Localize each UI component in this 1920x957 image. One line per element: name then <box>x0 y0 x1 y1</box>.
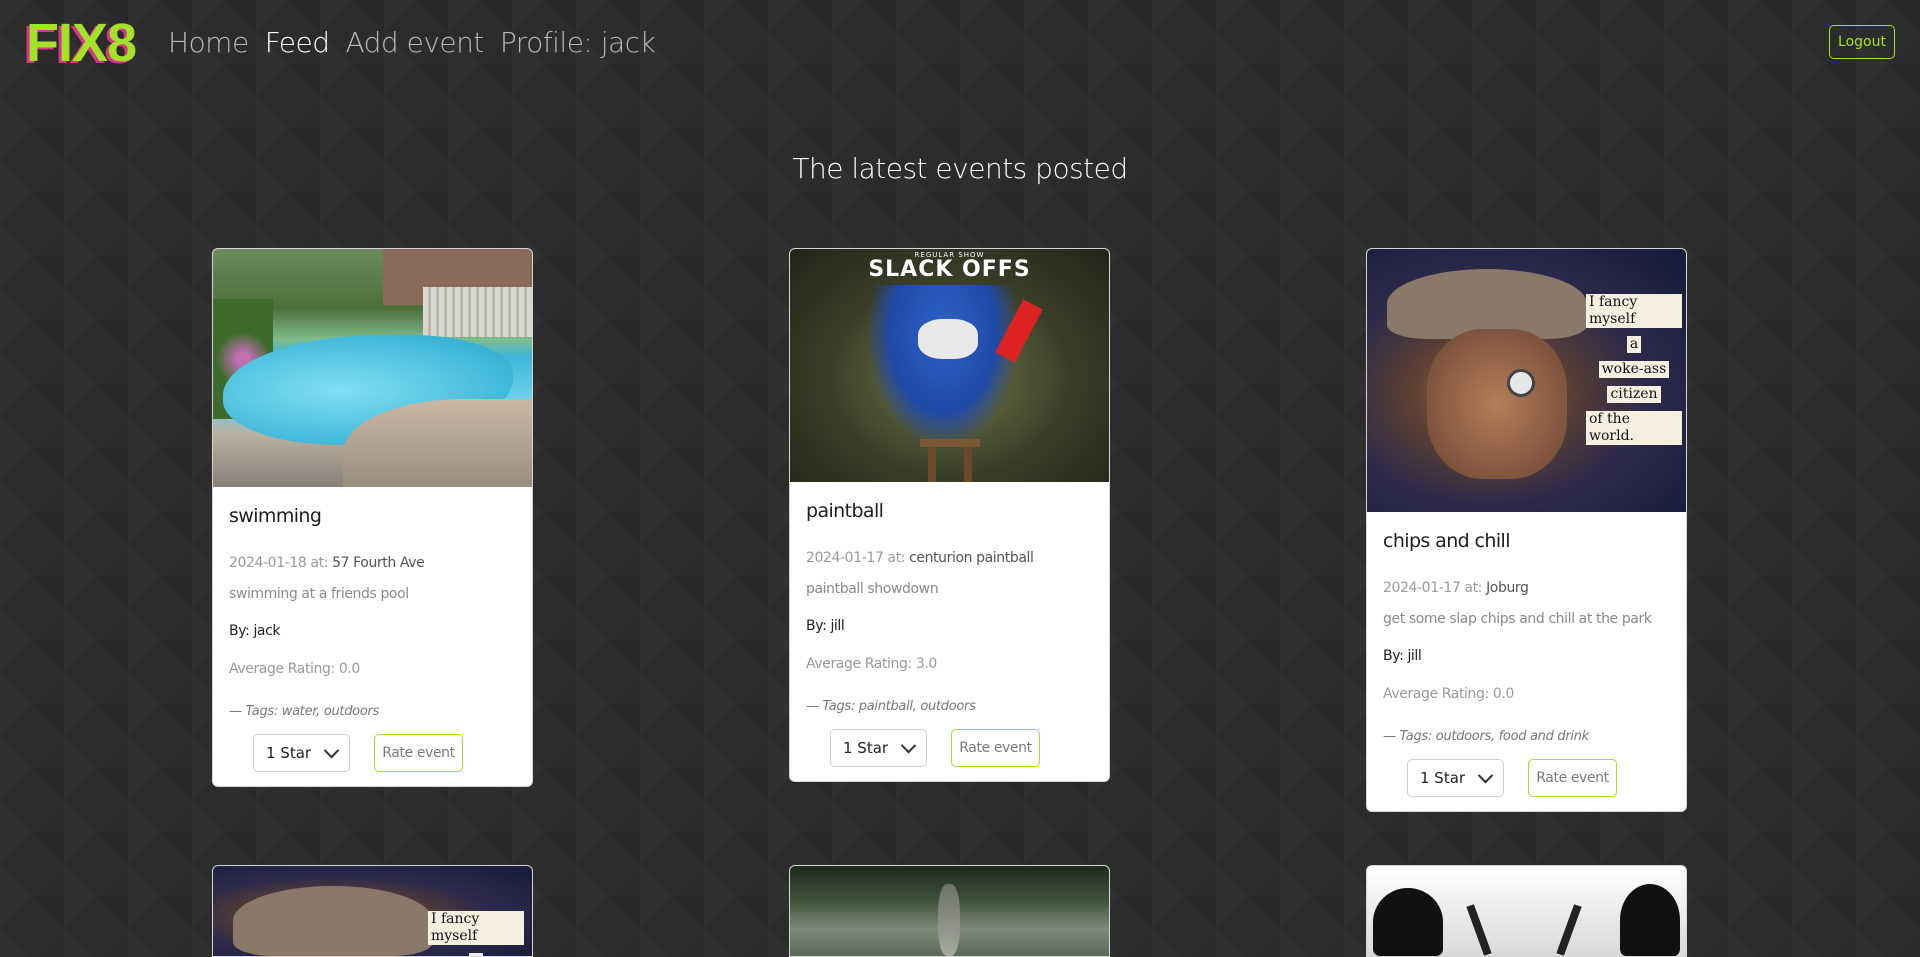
event-average-rating: Average Rating: 3.0 <box>806 656 937 672</box>
smoke-shape <box>938 884 960 956</box>
event-date: 2024-01-18 at: <box>229 555 328 571</box>
event-image <box>213 249 532 487</box>
monocle-shape <box>1507 369 1535 397</box>
hat-shape <box>233 886 433 956</box>
event-date: 2024-01-17 at: <box>806 550 905 566</box>
event-location: centurion paintball <box>909 550 1034 566</box>
nav-link-profile[interactable]: Profile: jack <box>500 22 656 64</box>
event-image: I fancy myself a <box>213 866 532 956</box>
rate-event-button[interactable]: Rate event <box>951 729 1040 767</box>
bottle-shape <box>1556 904 1582 956</box>
event-tags: — Tags: water, outdoors <box>229 704 379 719</box>
image-captions: I fancy myself a <box>428 911 524 956</box>
event-meta: 2024-01-18 at: 57 Fourth Ave <box>229 555 516 571</box>
event-image: I fancy myself a woke-ass citizen of the… <box>1367 249 1686 512</box>
image-caption-line: I fancy myself <box>1586 294 1682 328</box>
event-meta: 2024-01-17 at: centurion paintball <box>806 550 1093 566</box>
bottle-shape <box>1466 904 1492 956</box>
event-card-swimming: swimming 2024-01-18 at: 57 Fourth Ave sw… <box>212 248 533 787</box>
event-description: paintball showdown <box>806 581 939 597</box>
event-card-partial <box>789 865 1110 957</box>
image-title: SLACK OFFS <box>868 257 1031 282</box>
fence-shape <box>423 287 532 337</box>
nav-link-home[interactable]: Home <box>168 22 249 64</box>
image-caption-line: citizen <box>1607 386 1661 403</box>
rating-actions: 1 Star Rate event <box>1383 759 1670 797</box>
star-rating-select[interactable]: 1 Star <box>253 734 350 772</box>
image-captions: I fancy myself a woke-ass citizen of the… <box>1586 294 1682 445</box>
star-rating-value: 1 Star <box>266 744 312 762</box>
nav-link-feed[interactable]: Feed <box>265 22 330 64</box>
event-card-paintball: REGULAR SHOW SLACK OFFS paintball 2024-0… <box>789 248 1110 782</box>
navbar: FIX8 Home Feed Add event Profile: jack L… <box>0 0 1920 86</box>
event-card-body: chips and chill 2024-01-17 at: Joburg ge… <box>1367 530 1686 811</box>
event-card-chips-and-chill: I fancy myself a woke-ass citizen of the… <box>1366 248 1687 812</box>
event-title: paintball <box>806 500 884 522</box>
event-image: REGULAR SHOW SLACK OFFS <box>790 249 1109 482</box>
event-meta: 2024-01-17 at: Joburg <box>1383 580 1670 596</box>
logout-button[interactable]: Logout <box>1829 25 1895 59</box>
event-description: swimming at a friends pool <box>229 586 409 602</box>
event-card-partial <box>1366 865 1687 957</box>
event-date: 2024-01-17 at: <box>1383 580 1482 596</box>
stool-shape <box>920 439 980 482</box>
event-tags: — Tags: paintball, outdoors <box>806 699 976 714</box>
page-title: The latest events posted <box>792 152 1128 185</box>
image-caption-line: a <box>468 953 484 956</box>
event-image <box>790 866 1109 956</box>
event-title: swimming <box>229 505 322 527</box>
event-author: By: jack <box>229 623 281 639</box>
rating-actions: 1 Star Rate event <box>229 734 516 772</box>
fighter-silhouette-shape <box>1620 884 1680 956</box>
event-card-body: swimming 2024-01-18 at: 57 Fourth Ave sw… <box>213 505 532 786</box>
event-description: get some slap chips and chill at the par… <box>1383 611 1652 627</box>
event-location: 57 Fourth Ave <box>332 555 425 571</box>
rate-event-button[interactable]: Rate event <box>374 734 463 772</box>
image-caption-line: woke-ass <box>1598 361 1670 378</box>
nav-links: Home Feed Add event Profile: jack <box>168 22 656 64</box>
event-tags: — Tags: outdoors, food and drink <box>1383 729 1589 744</box>
event-average-rating: Average Rating: 0.0 <box>229 661 360 677</box>
event-location: Joburg <box>1486 580 1529 596</box>
brand-logo[interactable]: FIX8 <box>26 12 137 74</box>
chevron-down-icon <box>323 742 340 758</box>
image-caption-line: I fancy myself <box>428 911 524 945</box>
face-shape <box>1427 329 1567 479</box>
event-author: By: jill <box>806 618 845 634</box>
star-rating-select[interactable]: 1 Star <box>1407 759 1504 797</box>
cartoon-bird-shape <box>868 285 1018 445</box>
chevron-down-icon <box>900 737 917 753</box>
cartoon-face-shape <box>918 319 978 359</box>
star-rating-select[interactable]: 1 Star <box>830 729 927 767</box>
nav-link-add-event[interactable]: Add event <box>346 22 485 64</box>
star-rating-value: 1 Star <box>1420 769 1466 787</box>
event-author: By: jill <box>1383 648 1422 664</box>
chevron-down-icon <box>1477 767 1494 783</box>
rate-event-button[interactable]: Rate event <box>1528 759 1617 797</box>
event-card-partial: I fancy myself a <box>212 865 533 957</box>
event-average-rating: Average Rating: 0.0 <box>1383 686 1514 702</box>
image-caption-line: a <box>1626 336 1642 353</box>
event-card-body: paintball 2024-01-17 at: centurion paint… <box>790 500 1109 781</box>
rating-actions: 1 Star Rate event <box>806 729 1093 767</box>
fighter-silhouette-shape <box>1373 888 1443 956</box>
event-image <box>1367 866 1686 956</box>
star-rating-value: 1 Star <box>843 739 889 757</box>
event-title: chips and chill <box>1383 530 1510 552</box>
image-caption-line: of the world. <box>1586 411 1682 445</box>
